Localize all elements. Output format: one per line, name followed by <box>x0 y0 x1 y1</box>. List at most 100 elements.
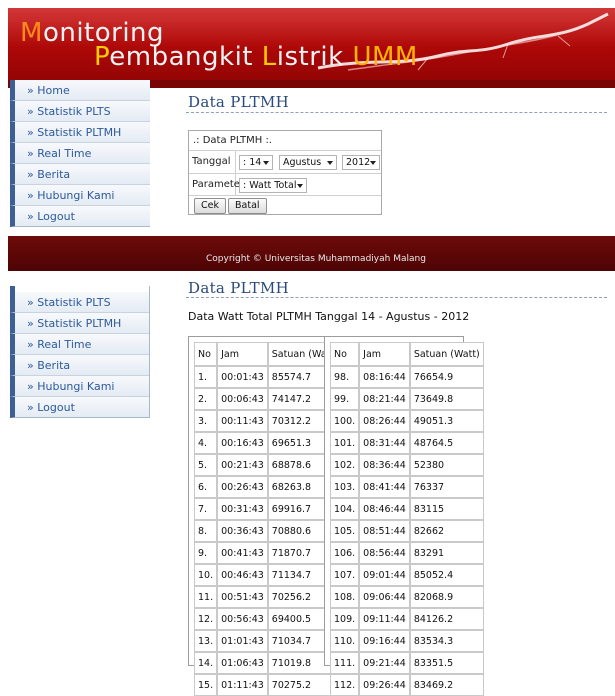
cell-satuan: 76654.9 <box>409 366 484 388</box>
cell-no: 6. <box>194 476 218 498</box>
cell-no: 112. <box>330 674 360 696</box>
cell-jam: 00:36:43 <box>217 520 268 542</box>
col-header-no: No <box>194 342 218 366</box>
year-select-value: 2012 <box>346 157 371 168</box>
sidebar-item-real-time[interactable]: » Real Time <box>10 334 149 355</box>
tanggal-row: Tanggal : 14 Agustus 2012 <box>189 151 381 174</box>
day-select[interactable]: : 14 <box>239 155 273 170</box>
cell-no: 12. <box>194 608 218 630</box>
parameter-row: Parameter : Watt Total <box>189 174 381 196</box>
col-header-satuan: Satuan (Watt) <box>409 342 484 366</box>
year-select[interactable]: 2012 <box>342 155 380 170</box>
cell-jam: 00:06:43 <box>217 388 268 410</box>
sidebar-item-hubungi-kami[interactable]: » Hubungi Kami <box>10 376 149 397</box>
cell-jam: 01:06:43 <box>217 652 268 674</box>
sidebar-item-statistik-pltmh[interactable]: » Statistik PLTMH <box>10 313 149 334</box>
table-row: 109. 09:11:44 84126.2 <box>330 608 484 630</box>
parameter-label: Parameter <box>192 174 244 195</box>
table-row: 12. 00:56:43 69400.5 <box>194 608 342 630</box>
cek-button[interactable]: Cek <box>194 198 226 214</box>
table-row: 101. 08:31:44 48764.5 <box>330 432 484 454</box>
cell-jam: 00:11:43 <box>217 410 268 432</box>
cell-jam: 09:16:44 <box>359 630 410 652</box>
chevron-down-icon <box>263 161 269 165</box>
cell-jam: 08:36:44 <box>359 454 410 476</box>
table-header-row: No Jam Satuan (Watt) <box>330 342 484 366</box>
banner-title-line2: Pembangkit Listrik UMM <box>94 42 418 72</box>
table-row: 2. 00:06:43 74147.2 <box>194 388 342 410</box>
col-header-jam: Jam <box>359 342 410 366</box>
table-row: 102. 08:36:44 52380 <box>330 454 484 476</box>
cell-satuan: 84126.2 <box>409 608 484 630</box>
cell-satuan: 83469.2 <box>409 674 484 696</box>
col-header-no: No <box>330 342 360 366</box>
batal-button[interactable]: Batal <box>228 198 267 214</box>
cell-no: 1. <box>194 366 218 388</box>
cell-jam: 09:01:44 <box>359 564 410 586</box>
cell-no: 4. <box>194 432 218 454</box>
data-table-right: No Jam Satuan (Watt) 98. 08:16:44 76654.9 9… <box>330 342 484 696</box>
table-row: 105. 08:51:44 82662 <box>330 520 484 542</box>
cell-jam: 09:06:44 <box>359 586 410 608</box>
table-row: 4. 00:16:43 69651.3 <box>194 432 342 454</box>
page-title: Data PLTMH <box>188 93 289 111</box>
cell-no: 7. <box>194 498 218 520</box>
table-row: 5. 00:21:43 68878.6 <box>194 454 342 476</box>
sidebar-item-statistik-plts[interactable]: » Statistik PLTS <box>10 101 150 122</box>
chevron-down-icon <box>370 161 376 165</box>
cell-no: 99. <box>330 388 360 410</box>
col-header-jam: Jam <box>217 342 268 366</box>
sidebar-item-berita[interactable]: » Berita <box>10 355 149 376</box>
cell-no: 109. <box>330 608 360 630</box>
cell-satuan: 83115 <box>409 498 484 520</box>
month-select[interactable]: Agustus <box>279 155 337 170</box>
parameter-select[interactable]: : Watt Total <box>239 178 307 193</box>
cell-jam: 00:51:43 <box>217 586 268 608</box>
cell-no: 111. <box>330 652 360 674</box>
table-row: 110. 09:16:44 83534.3 <box>330 630 484 652</box>
table-row: 11. 00:51:43 70256.2 <box>194 586 342 608</box>
table-row: 108. 09:06:44 82068.9 <box>330 586 484 608</box>
sidebar-item-home[interactable]: » Home <box>10 80 150 101</box>
result-title: Data PLTMH <box>188 279 289 297</box>
cell-jam: 08:21:44 <box>359 388 410 410</box>
table-row: 1. 00:01:43 85574.7 <box>194 366 342 388</box>
cell-jam: 00:01:43 <box>217 366 268 388</box>
cell-jam: 09:11:44 <box>359 608 410 630</box>
cell-no: 15. <box>194 674 218 696</box>
copyright-text: Copyright © Universitas Muhammadiyah Mal… <box>206 254 426 264</box>
cell-no: 10. <box>194 564 218 586</box>
sidebar-item-hubungi-kami[interactable]: » Hubungi Kami <box>10 185 150 206</box>
cell-satuan: 52380 <box>409 454 484 476</box>
sidebar-item-berita[interactable]: » Berita <box>10 164 150 185</box>
cell-jam: 00:46:43 <box>217 564 268 586</box>
cell-no: 108. <box>330 586 360 608</box>
cell-no: 102. <box>330 454 360 476</box>
table-row: 10. 00:46:43 71134.7 <box>194 564 342 586</box>
sidebar-item-logout[interactable]: » Logout <box>10 397 149 418</box>
result-title-divider <box>186 297 607 298</box>
title-divider <box>186 112 607 113</box>
cell-jam: 00:31:43 <box>217 498 268 520</box>
sidebar-item-statistik-plts[interactable]: » Statistik PLTS <box>10 292 149 313</box>
cell-no: 98. <box>330 366 360 388</box>
cell-no: 11. <box>194 586 218 608</box>
cell-satuan: 49051.3 <box>409 410 484 432</box>
sidebar-item-logout[interactable]: » Logout <box>10 206 150 227</box>
result-caption: Data Watt Total PLTMH Tanggal 14 - Agust… <box>188 310 470 323</box>
parameter-select-value: : Watt Total <box>243 180 297 191</box>
table-row: 7. 00:31:43 69916.7 <box>194 498 342 520</box>
footer-band: Copyright © Universitas Muhammadiyah Mal… <box>8 236 615 271</box>
cell-jam: 08:16:44 <box>359 366 410 388</box>
form-header: .: Data PLTMH :. <box>189 131 381 151</box>
cell-jam: 00:56:43 <box>217 608 268 630</box>
day-select-value: : 14 <box>243 157 262 168</box>
cell-satuan: 83291 <box>409 542 484 564</box>
cell-satuan: 82662 <box>409 520 484 542</box>
sidebar-item-real-time[interactable]: » Real Time <box>10 143 150 164</box>
cell-satuan: 48764.5 <box>409 432 484 454</box>
table-header-row: No Jam Satuan (Watt) <box>194 342 342 366</box>
table-row: 99. 08:21:44 73649.8 <box>330 388 484 410</box>
data-table-right-panel: No Jam Satuan (Watt) 98. 08:16:44 76654.9 9… <box>324 336 484 696</box>
sidebar-item-statistik-pltmh[interactable]: » Statistik PLTMH <box>10 122 150 143</box>
